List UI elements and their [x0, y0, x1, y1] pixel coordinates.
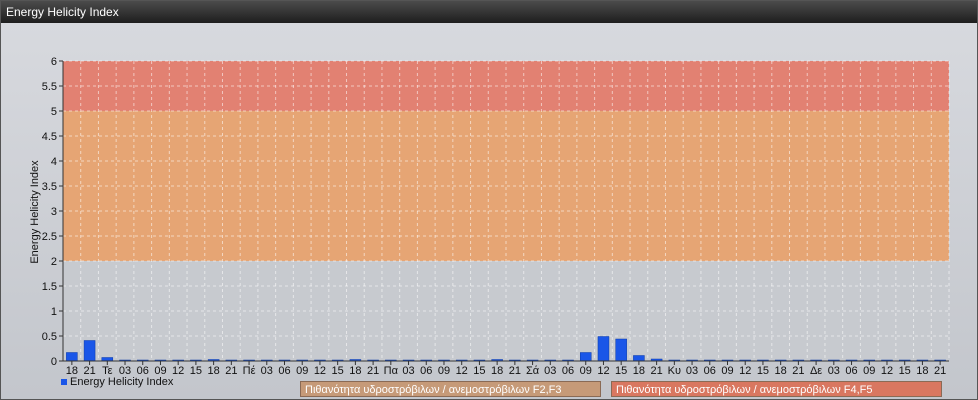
x-tick-label: 15 [757, 365, 769, 377]
x-tick-label: 09 [863, 365, 875, 377]
x-tick-label: 18 [633, 365, 645, 377]
y-tick-label: 3 [51, 206, 57, 218]
legend-series-label: Energy Helicity Index [70, 376, 174, 388]
x-tick-label: 18 [916, 365, 928, 377]
y-tick-label: 2.5 [42, 231, 57, 243]
bar [597, 336, 610, 362]
x-tick-label: 06 [704, 365, 716, 377]
x-tick-label: 12 [597, 365, 609, 377]
x-tick-label: 09 [721, 365, 733, 377]
x-tick-label: 15 [473, 365, 485, 377]
y-tick-label: 5 [51, 106, 57, 118]
x-tick-label: 12 [881, 365, 893, 377]
x-tick-label: 21 [792, 365, 804, 377]
y-tick-label: 5.5 [42, 81, 57, 93]
x-tick-label: 06 [562, 365, 574, 377]
legend-band-f4f5: Πιθανότητα υδροστρόβιλων / ανεμοστρόβιλω… [611, 381, 942, 397]
x-tick-label: 18 [775, 365, 787, 377]
x-tick-label: 18 [349, 365, 361, 377]
y-tick-label: 2 [51, 256, 57, 268]
y-tick-label: 6 [51, 56, 57, 68]
x-tick-label: Πα [384, 365, 399, 377]
legend-band-f4f5-label: Πιθανότητα υδροστρόβιλων / ανεμοστρόβιλω… [616, 384, 873, 396]
x-tick-label: 15 [615, 365, 627, 377]
legend-band-f2f3-label: Πιθανότητα υδροστρόβιλων / ανεμοστρόβιλω… [305, 384, 562, 396]
x-tick-label: 06 [278, 365, 290, 377]
x-tick-label: 21 [225, 365, 237, 377]
y-tick-label: 4 [51, 156, 57, 168]
x-tick-label: 12 [314, 365, 326, 377]
x-tick-label: 12 [172, 365, 184, 377]
x-tick-label: 09 [580, 365, 592, 377]
x-tick-label: 18 [207, 365, 219, 377]
bar [633, 355, 645, 362]
legend-series: Energy Helicity Index [61, 376, 173, 388]
x-tick-label: 03 [686, 365, 698, 377]
x-tick-label: 12 [739, 365, 751, 377]
x-tick-label: 21 [367, 365, 379, 377]
x-tick-label: 15 [899, 365, 911, 377]
x-tick-label: Σά [526, 365, 540, 377]
x-tick-label: 09 [296, 365, 308, 377]
y-tick-label: 3.5 [42, 181, 57, 193]
x-tick-label: 21 [934, 365, 946, 377]
bar [101, 357, 114, 362]
y-axis-label: Energy Helicity Index [29, 160, 41, 264]
x-tick-label: 03 [261, 365, 273, 377]
legend-band-f2f3: Πιθανότητα υδροστρόβιλων / ανεμοστρόβιλω… [300, 381, 601, 397]
x-tick-label: 12 [456, 365, 468, 377]
legend-series-swatch [61, 379, 67, 386]
x-tick-label: 21 [650, 365, 662, 377]
y-tick-label: 0 [51, 356, 57, 368]
x-tick-label: 21 [509, 365, 521, 377]
y-tick-label: 1 [51, 306, 57, 318]
y-tick-label: 4.5 [42, 131, 57, 143]
x-tick-label: Δε [810, 365, 822, 377]
x-tick-label: 03 [402, 365, 414, 377]
bar [579, 352, 592, 362]
bar [66, 352, 78, 362]
chart-window: Energy Helicity Index 0 0.5 1 1.5 2 2.5 3 3.5 4 4… [0, 0, 978, 400]
x-tick-label: 18 [491, 365, 503, 377]
x-tick-label: 06 [845, 365, 857, 377]
x-tick-label: 06 [420, 365, 432, 377]
y-tick-label: 0.5 [42, 331, 57, 343]
x-tick-label: 03 [828, 365, 840, 377]
y-tick-label: 1.5 [42, 281, 57, 293]
bar [615, 338, 627, 362]
x-tick-label: 15 [190, 365, 202, 377]
x-tick-label: Πέ [243, 365, 256, 377]
x-tick-label: 15 [332, 365, 344, 377]
chart-svg: 00.511.522.533.544.555.5618 21 Τε 03 06 09 12 1… [29, 56, 950, 377]
x-tick-label: 03 [544, 365, 556, 377]
x-tick-label: Κυ [668, 365, 681, 377]
x-tick-label: 09 [438, 365, 450, 377]
bar [83, 340, 96, 362]
